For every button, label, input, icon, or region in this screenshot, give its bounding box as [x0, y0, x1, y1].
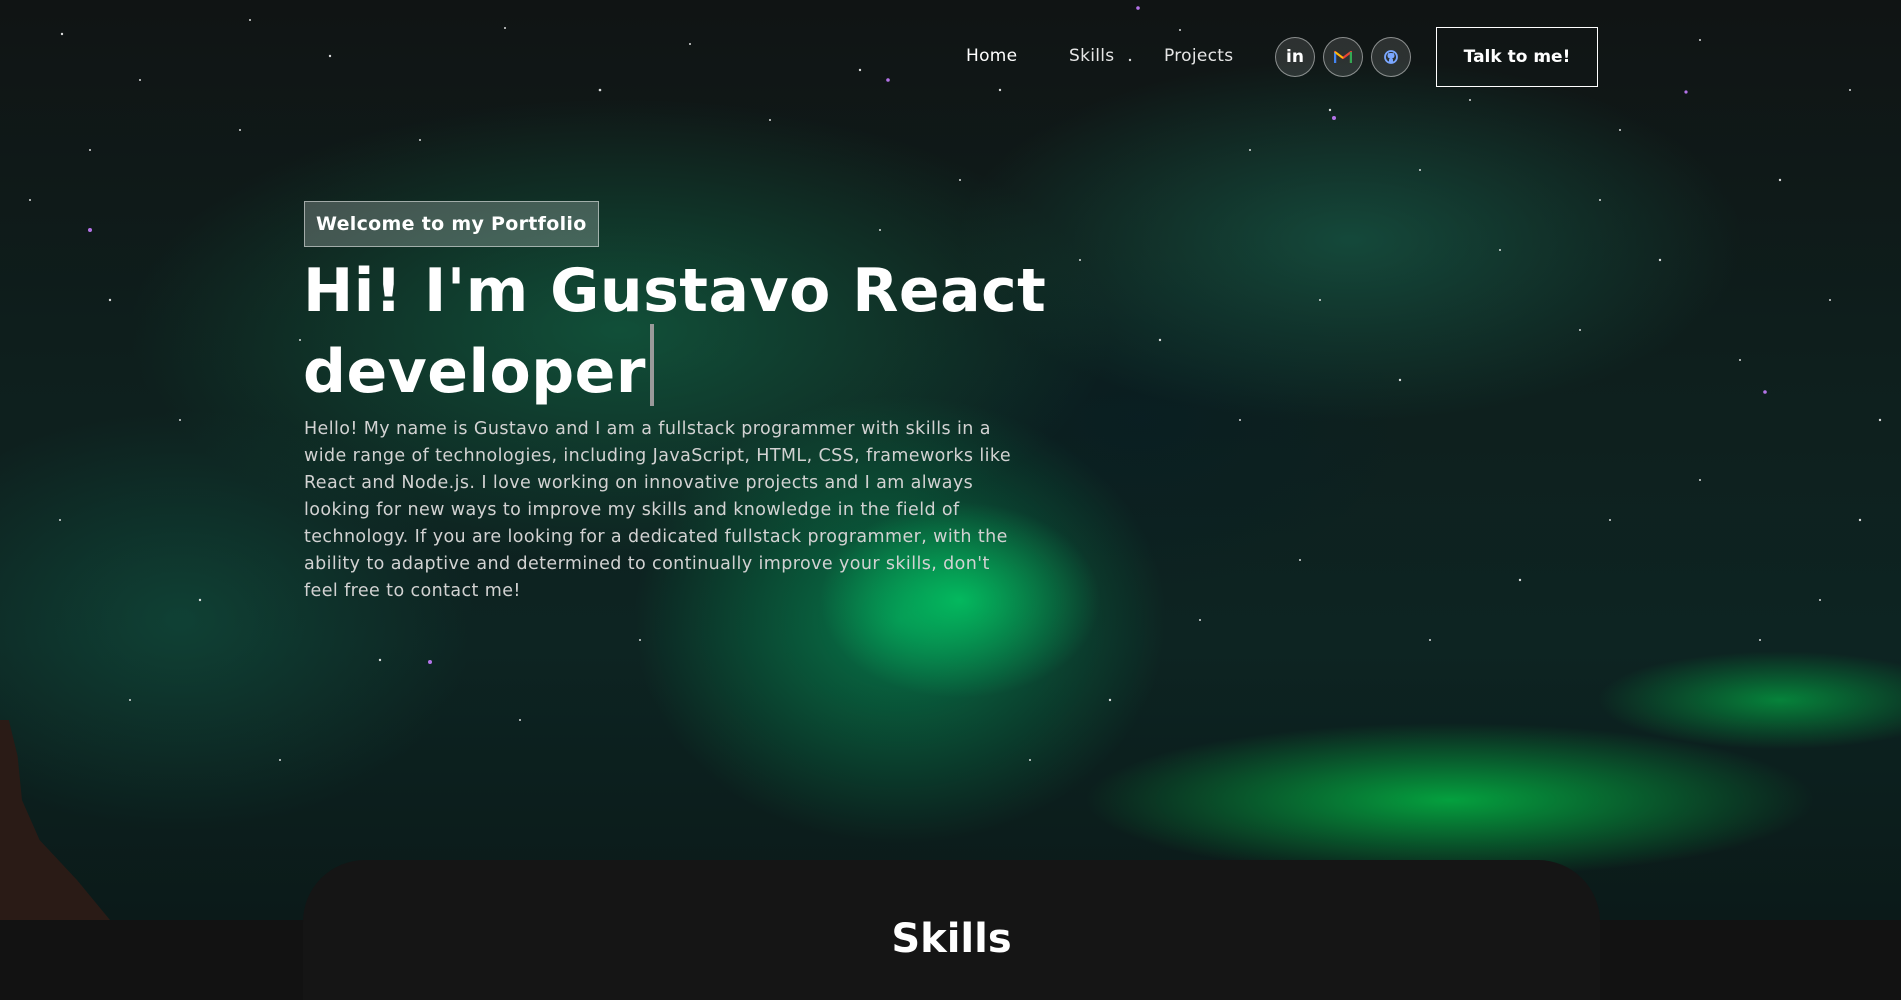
- nav-link-home[interactable]: Home: [966, 46, 1017, 66]
- navbar: Home Skills Projects in Talk to me!: [0, 26, 1901, 87]
- linkedin-icon: in: [1286, 47, 1304, 67]
- linkedin-button[interactable]: in: [1275, 37, 1315, 77]
- talk-to-me-button[interactable]: Talk to me!: [1436, 27, 1598, 87]
- intro-paragraph: Hello! My name is Gustavo and I am a ful…: [304, 419, 1011, 601]
- nav-link-projects[interactable]: Projects: [1164, 46, 1233, 66]
- gmail-icon: [1334, 50, 1352, 63]
- gmail-button[interactable]: [1323, 37, 1363, 77]
- nav-link-skills[interactable]: Skills: [1069, 46, 1114, 66]
- welcome-tagline: Welcome to my Portfolio: [304, 201, 599, 247]
- hero-headline: Hi! I'm Gustavo React developer: [303, 258, 1063, 406]
- headline-line-1: Hi! I'm Gustavo React: [303, 256, 1047, 326]
- headline-line-2: developer: [303, 337, 646, 407]
- github-button[interactable]: [1371, 37, 1411, 77]
- github-icon: [1384, 50, 1398, 64]
- skills-section: Skills: [303, 860, 1600, 1000]
- typing-cursor: [649, 324, 654, 406]
- skills-title: Skills: [891, 916, 1012, 962]
